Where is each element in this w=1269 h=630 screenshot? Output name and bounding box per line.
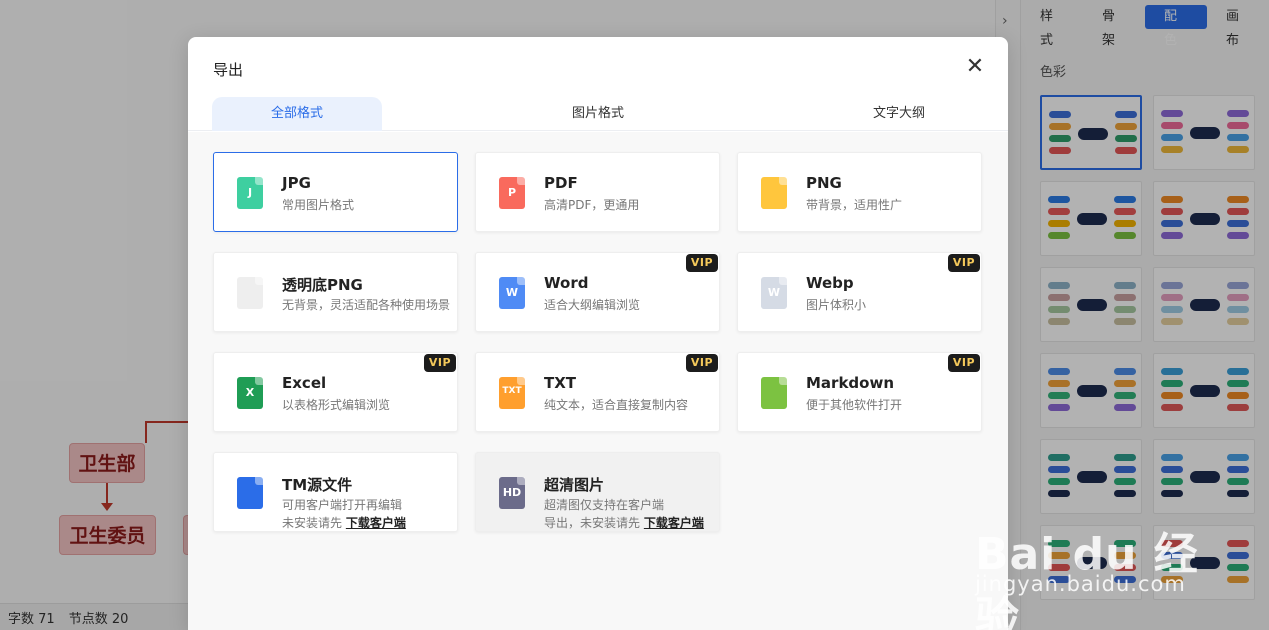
icon-glyph: TXT [502, 386, 522, 396]
format-tabs: 全部格式 图片格式 文字大纲 [188, 97, 1008, 131]
txt-file-icon: TXT [499, 377, 525, 409]
icon-glyph: W [767, 286, 781, 299]
format-desc: 高清PDF，更通用 [544, 198, 640, 212]
export-dialog: 导出 ✕ 全部格式 图片格式 文字大纲 J JPG 常用图片格式 P PDF 高清PDF，… [188, 37, 1008, 630]
format-card[interactable]: TXT TXT 纯文本，适合直接复制内容 VIP [475, 352, 720, 432]
markdown-file-icon [761, 377, 787, 409]
icon-glyph: P [507, 186, 517, 199]
icon-glyph: W [505, 286, 519, 299]
format-title: PDF [544, 174, 578, 192]
format-title: Markdown [806, 374, 895, 392]
close-icon[interactable]: ✕ [962, 54, 988, 80]
format-desc: 纯文本，适合直接复制内容 [544, 398, 689, 412]
transparent-png-file-icon [237, 277, 263, 309]
vip-badge: VIP [686, 254, 718, 272]
png-file-icon [761, 177, 787, 209]
format-desc: 图片体积小 [806, 298, 867, 312]
format-card[interactable]: W Webp 图片体积小 VIP [737, 252, 982, 332]
format-title: TXT [544, 374, 577, 392]
dialog-title: 导出 [213, 61, 244, 79]
webp-file-icon: W [761, 277, 787, 309]
tab-image-formats[interactable]: 图片格式 [513, 97, 683, 131]
jpg-file-icon: J [237, 177, 263, 209]
format-desc: 便于其他软件打开 [806, 398, 903, 412]
format-card[interactable]: W Word 适合大纲编辑浏览 VIP [475, 252, 720, 332]
format-card[interactable]: P PDF 高清PDF，更通用 [475, 152, 720, 232]
tab-all-formats[interactable]: 全部格式 [212, 97, 382, 131]
icon-glyph: J [247, 186, 253, 199]
tm-source-file-icon [237, 477, 263, 509]
format-desc: 超清图仅支持在客户端 [544, 498, 665, 512]
format-desc-extra: 未安装请先 下载客户端 [282, 514, 406, 531]
format-desc: 适合大纲编辑浏览 [544, 298, 641, 312]
format-card[interactable]: Markdown 便于其他软件打开 VIP [737, 352, 982, 432]
format-title: JPG [282, 174, 311, 192]
format-title: PNG [806, 174, 842, 192]
format-desc-extra: 导出，未安装请先 下载客户端 [544, 514, 704, 531]
format-card[interactable]: 透明底PNG 无背景，灵活适配各种使用场景 [213, 252, 458, 332]
hd-image-file-icon: HD [499, 477, 525, 509]
format-title: Excel [282, 374, 327, 392]
format-card[interactable]: PNG 带背景，适用性广 [737, 152, 982, 232]
watermark-url: jingyan.baidu.com [975, 572, 1186, 596]
vip-badge: VIP [424, 354, 456, 372]
format-desc: 可用客户端打开再编辑 [282, 498, 403, 512]
download-client-link[interactable]: 下载客户端 [644, 516, 704, 530]
format-title: Webp [806, 274, 854, 292]
watermark: Bai du 经验 jingyan.baidu.com [975, 490, 1235, 630]
format-card[interactable]: X Excel 以表格形式编辑浏览 VIP [213, 352, 458, 432]
format-desc-prefix: 导出，未安装请先 [544, 516, 641, 530]
vip-badge: VIP [686, 354, 718, 372]
icon-glyph: HD [502, 486, 522, 499]
vip-badge: VIP [948, 254, 980, 272]
format-card[interactable]: TM源文件可用客户端打开再编辑 未安装请先 下载客户端 [213, 452, 458, 532]
format-desc: 常用图片格式 [282, 198, 355, 212]
format-card[interactable]: HD 超清图片 超清图仅支持在客户端 导出，未安装请先 下载客户端 [475, 452, 720, 532]
excel-file-icon: X [237, 377, 263, 409]
format-list: J JPG 常用图片格式 P PDF 高清PDF，更通用 PNG 带背景，适用性广透明底PNG… [188, 132, 1008, 630]
format-title: Word [544, 274, 589, 292]
format-desc-prefix: 未安装请先 [282, 516, 343, 530]
download-client-link[interactable]: 下载客户端 [346, 516, 406, 530]
format-title: 透明底PNG [282, 276, 363, 294]
format-desc: 以表格形式编辑浏览 [282, 398, 391, 412]
word-file-icon: W [499, 277, 525, 309]
format-desc: 带背景，适用性广 [806, 198, 903, 212]
vip-badge: VIP [948, 354, 980, 372]
format-title: 超清图片 [544, 476, 605, 494]
tab-text-outline[interactable]: 文字大纲 [814, 97, 984, 131]
pdf-file-icon: P [499, 177, 525, 209]
format-title: TM源文件 [282, 476, 353, 494]
format-card[interactable]: J JPG 常用图片格式 [213, 152, 458, 232]
format-desc: 无背景，灵活适配各种使用场景 [282, 298, 451, 312]
icon-glyph: X [245, 386, 255, 399]
